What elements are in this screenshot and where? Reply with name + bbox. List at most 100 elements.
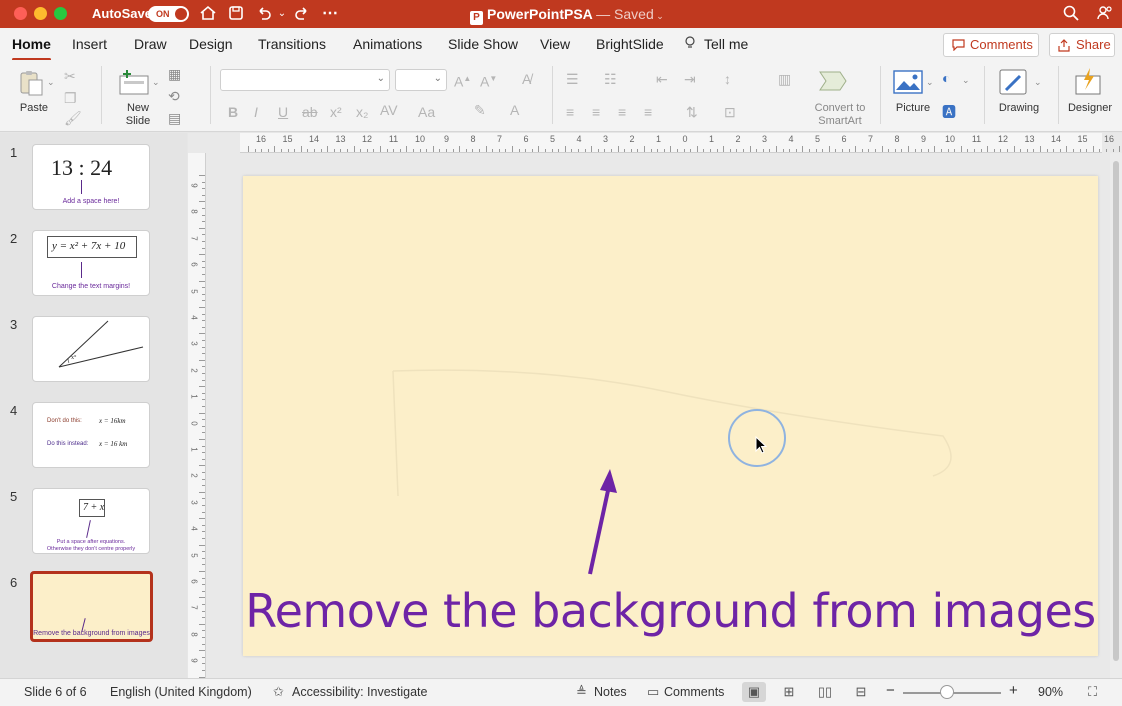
- vertical-scrollbar[interactable]: [1110, 153, 1122, 678]
- accessibility-status[interactable]: Accessibility: Investigate: [292, 685, 427, 699]
- section-icon[interactable]: ▤: [168, 110, 181, 126]
- justify-icon[interactable]: ≡: [644, 104, 652, 120]
- reset-icon[interactable]: ⟲: [168, 88, 180, 104]
- accessibility-icon[interactable]: ✩: [273, 684, 284, 700]
- text-box-icon[interactable]: 🅰: [942, 104, 956, 120]
- font-name-combobox[interactable]: ⌄: [220, 69, 390, 91]
- paste-icon[interactable]: [16, 68, 46, 98]
- language-indicator[interactable]: English (United Kingdom): [110, 685, 252, 699]
- smartart-icon[interactable]: [818, 68, 850, 94]
- tab-insert[interactable]: Insert: [72, 36, 107, 52]
- notes-icon[interactable]: ≜: [576, 684, 587, 700]
- font-size-combobox[interactable]: ⌄: [395, 69, 447, 91]
- slide-thumbnail-1[interactable]: 13 : 24 Add a space here!: [32, 144, 150, 210]
- subscript-button[interactable]: x₂: [356, 104, 368, 120]
- tab-tell-me[interactable]: Tell me: [704, 36, 748, 52]
- share-button[interactable]: Share: [1049, 33, 1115, 57]
- tab-draw[interactable]: Draw: [134, 36, 167, 52]
- autosave-toggle[interactable]: ON: [148, 6, 189, 22]
- tab-view[interactable]: View: [540, 36, 570, 52]
- picture-dropdown-icon[interactable]: ⌄: [926, 74, 934, 90]
- numbering-icon[interactable]: ☷: [604, 71, 617, 87]
- undo-dropdown-icon[interactable]: ⌄: [272, 4, 292, 24]
- new-slide-dropdown-icon[interactable]: ⌄: [152, 74, 160, 90]
- zoom-level[interactable]: 90%: [1038, 685, 1063, 699]
- title-chevron-icon[interactable]: ⌄: [654, 11, 664, 21]
- more-icon[interactable]: ⋯: [320, 4, 340, 24]
- tell-me-icon[interactable]: [684, 36, 696, 53]
- save-icon[interactable]: [226, 4, 246, 24]
- tab-home[interactable]: Home: [12, 36, 51, 61]
- tab-brightslide[interactable]: BrightSlide: [596, 36, 664, 52]
- align-left-icon[interactable]: ≡: [566, 104, 574, 120]
- new-slide-icon[interactable]: [118, 68, 150, 96]
- drawing-icon[interactable]: [998, 68, 1030, 98]
- undo-icon[interactable]: [254, 4, 274, 24]
- comments-status-icon[interactable]: ▭: [647, 684, 659, 700]
- cut-icon[interactable]: ✂: [64, 68, 76, 84]
- zoom-in-button[interactable]: +: [1009, 682, 1018, 699]
- highlight-icon[interactable]: ✎: [474, 102, 486, 118]
- drawing-dropdown-icon[interactable]: ⌄: [1034, 74, 1042, 90]
- scrollbar-thumb[interactable]: [1113, 161, 1119, 661]
- slide-thumbnail-4[interactable]: Don't do this: x = 16km Do this instead:…: [32, 402, 150, 468]
- slide-sorter-view-icon[interactable]: ⊞: [777, 682, 801, 702]
- slide-caption-text[interactable]: Remove the background from images: [243, 584, 1098, 638]
- text-direction-icon[interactable]: ⇅: [686, 104, 698, 120]
- slide-thumbnail-6[interactable]: Remove the background from images: [30, 571, 153, 642]
- slide-thumbnail-3[interactable]: x°: [32, 316, 150, 382]
- decrease-indent-icon[interactable]: ⇤: [656, 71, 668, 87]
- columns-icon[interactable]: ▥: [778, 71, 791, 87]
- tab-transitions[interactable]: Transitions: [258, 36, 326, 52]
- normal-view-icon[interactable]: ▣: [742, 682, 766, 702]
- slide-thumbnail-5[interactable]: 7 + x Put a space after equations. Other…: [32, 488, 150, 554]
- home-icon[interactable]: [198, 4, 218, 24]
- shapes-icon[interactable]: ◐: [942, 70, 950, 86]
- clear-formatting-icon[interactable]: A̸: [522, 71, 531, 87]
- strikethrough-button[interactable]: ab: [302, 104, 318, 120]
- tab-design[interactable]: Design: [189, 36, 233, 52]
- line-spacing-icon[interactable]: ↕: [724, 71, 731, 87]
- designer-icon[interactable]: [1072, 66, 1104, 98]
- bullets-icon[interactable]: ☰: [566, 71, 579, 87]
- paste-dropdown-icon[interactable]: ⌄: [47, 74, 55, 90]
- layout-icon[interactable]: ▦: [168, 66, 181, 82]
- fit-to-window-icon[interactable]: ⛶: [1088, 684, 1097, 700]
- format-painter-icon[interactable]: 🖌: [64, 110, 82, 126]
- slide-editor[interactable]: 16 15 14 13 12 11 10 9 8 7 6 5 4 3 2 1 0 1 2 3 4 5 6 7 8 9 10 11 12 1…: [188, 133, 1122, 685]
- close-window-button[interactable]: [14, 7, 27, 20]
- maximize-window-button[interactable]: [54, 7, 67, 20]
- increase-indent-icon[interactable]: ⇥: [684, 71, 696, 87]
- align-right-icon[interactable]: ≡: [618, 104, 626, 120]
- decrease-font-icon[interactable]: A▼: [480, 71, 497, 90]
- share-people-icon[interactable]: [1095, 4, 1115, 24]
- increase-font-icon[interactable]: A▲: [454, 71, 471, 90]
- reading-view-icon[interactable]: ▯▯: [813, 682, 837, 702]
- comments-button[interactable]: Comments: [943, 33, 1039, 57]
- comments-status-button[interactable]: Comments: [664, 685, 724, 699]
- picture-icon[interactable]: [893, 70, 923, 94]
- horizontal-ruler[interactable]: 16 15 14 13 12 11 10 9 8 7 6 5 4 3 2 1 0 1 2 3 4 5 6 7 8 9 10 11 12 1…: [240, 133, 1121, 153]
- font-color-icon[interactable]: A: [510, 102, 519, 118]
- vertical-ruler[interactable]: 9 8 7 6 5 4 3 2 1 0 1 2 3 4 5 6 7 8 9: [188, 153, 206, 685]
- align-text-icon[interactable]: ⊡: [724, 104, 736, 120]
- zoom-slider-thumb[interactable]: [940, 685, 954, 699]
- align-center-icon[interactable]: ≡: [592, 104, 600, 120]
- search-icon[interactable]: [1061, 4, 1081, 24]
- underline-button[interactable]: U: [278, 104, 288, 120]
- current-slide-canvas[interactable]: Remove the background from images: [243, 176, 1098, 656]
- zoom-out-button[interactable]: −: [886, 682, 895, 699]
- character-spacing-icon[interactable]: AV: [380, 102, 398, 118]
- tab-animations[interactable]: Animations: [353, 36, 422, 52]
- copy-icon[interactable]: ❐: [64, 90, 77, 106]
- minimize-window-button[interactable]: [34, 7, 47, 20]
- italic-button[interactable]: I: [254, 104, 258, 120]
- slide-thumbnail-2[interactable]: y = x² + 7x + 10 Change the text margins…: [32, 230, 150, 296]
- notes-button[interactable]: Notes: [594, 685, 627, 699]
- redo-icon[interactable]: [292, 4, 312, 24]
- superscript-button[interactable]: x²: [330, 104, 342, 120]
- change-case-icon[interactable]: Aa: [418, 104, 435, 120]
- bold-button[interactable]: B: [228, 104, 238, 120]
- tab-slide-show[interactable]: Slide Show: [448, 36, 518, 52]
- slide-show-view-icon[interactable]: ⊟: [849, 682, 873, 702]
